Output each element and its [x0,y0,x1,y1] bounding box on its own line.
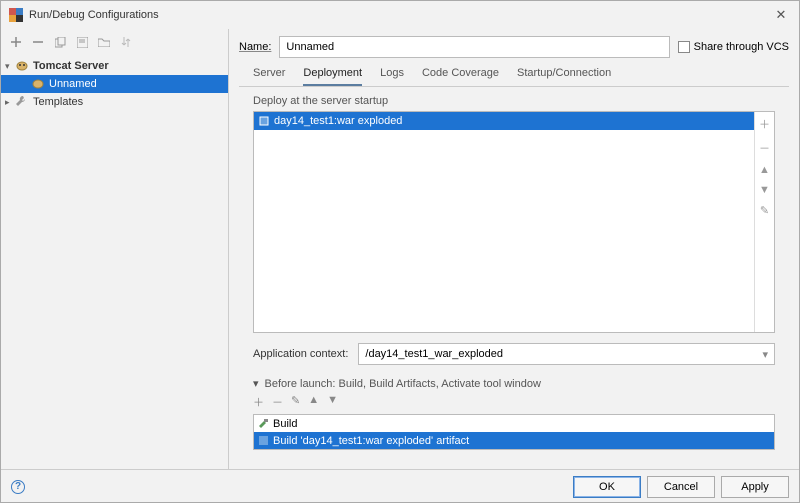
wrench-icon [15,95,29,109]
remove-icon[interactable] [31,35,45,49]
cancel-label: Cancel [664,481,698,493]
share-label: Share through VCS [694,41,789,53]
before-item-label: Build [273,418,297,430]
up-icon[interactable]: ▲ [759,164,770,176]
close-icon[interactable]: ✕ [771,7,791,23]
remove-icon[interactable]: － [272,394,283,410]
app-icon [9,8,23,22]
tree-label: Templates [33,96,83,108]
before-launch-toolbar: ＋ － ✎ ▲ ▼ [253,390,775,414]
config-tree[interactable]: ▾ Tomcat Server Unnamed ▸ Templates [1,55,228,469]
ok-label: OK [599,481,615,493]
edit-icon[interactable]: ✎ [760,204,769,217]
deploy-item[interactable]: day14_test1:war exploded [254,112,754,130]
deploy-section-label: Deploy at the server startup [253,95,775,107]
before-launch-section: ▾ Before launch: Build, Build Artifacts,… [239,369,789,450]
up-icon[interactable]: ▲ [308,394,319,410]
share-checkbox[interactable]: Share through VCS [678,41,789,53]
deploy-list-box: day14_test1:war exploded ＋ － ▲ ▼ ✎ [253,111,775,333]
before-item-label: Build 'day14_test1:war exploded' artifac… [273,435,469,447]
before-item-artifact[interactable]: Build 'day14_test1:war exploded' artifac… [254,432,774,449]
tree-label: Tomcat Server [33,60,109,72]
before-launch-list[interactable]: Build Build 'day14_test1:war exploded' a… [253,414,775,450]
name-row: Name: Share through VCS [239,33,789,61]
expand-arrow-icon[interactable]: ▾ [5,61,15,72]
tree-node-unnamed[interactable]: Unnamed [1,75,228,93]
dialog-footer: ? OK Cancel Apply [1,469,799,503]
context-value: /day14_test1_war_exploded [365,348,503,360]
tree-node-tomcat[interactable]: ▾ Tomcat Server [1,57,228,75]
cancel-button[interactable]: Cancel [647,476,715,498]
sort-icon[interactable] [119,35,133,49]
tree-label: Unnamed [49,78,97,90]
context-label: Application context: [253,348,348,360]
content-area: ▾ Tomcat Server Unnamed ▸ Templates Name… [1,29,799,469]
down-icon[interactable]: ▼ [327,394,338,410]
folder-icon[interactable] [97,35,111,49]
right-panel: Name: Share through VCS Server Deploymen… [229,29,799,469]
context-dropdown[interactable]: /day14_test1_war_exploded ▾ [358,343,775,365]
deploy-item-label: day14_test1:war exploded [274,115,402,127]
add-icon[interactable]: ＋ [253,394,264,410]
help-icon[interactable]: ? [11,480,25,494]
before-launch-header[interactable]: ▾ Before launch: Build, Build Artifacts,… [253,377,775,390]
add-icon[interactable]: ＋ [759,116,770,132]
copy-icon[interactable] [53,35,67,49]
context-row: Application context: /day14_test1_war_ex… [253,343,775,365]
chevron-down-icon: ▾ [762,348,768,361]
tomcat-icon [15,59,29,73]
window-title: Run/Debug Configurations [29,9,771,21]
before-launch-label: Before launch: Build, Build Artifacts, A… [265,378,541,390]
name-label: Name: [239,41,271,53]
tab-logs[interactable]: Logs [380,67,404,86]
config-toolbar [1,29,228,55]
remove-icon[interactable]: － [759,140,770,156]
before-item-build[interactable]: Build [254,415,774,432]
tree-node-templates[interactable]: ▸ Templates [1,93,228,111]
ok-button[interactable]: OK [573,476,641,498]
artifact-icon [258,115,270,127]
down-icon[interactable]: ▼ [759,184,770,196]
left-panel: ▾ Tomcat Server Unnamed ▸ Templates [1,29,229,469]
collapse-arrow-icon[interactable]: ▾ [253,377,259,390]
tab-server[interactable]: Server [253,67,285,86]
title-bar: Run/Debug Configurations ✕ [1,1,799,29]
tomcat-icon [31,77,45,91]
deploy-list[interactable]: day14_test1:war exploded [254,112,754,332]
tab-coverage[interactable]: Code Coverage [422,67,499,86]
apply-button[interactable]: Apply [721,476,789,498]
hammer-icon [258,418,269,429]
name-input[interactable] [279,36,669,58]
tab-bar: Server Deployment Logs Code Coverage Sta… [239,61,789,87]
tab-startup[interactable]: Startup/Connection [517,67,611,86]
deploy-side-toolbar: ＋ － ▲ ▼ ✎ [754,112,774,332]
deployment-section: Deploy at the server startup day14_test1… [239,87,789,369]
edit-icon[interactable]: ✎ [291,394,300,410]
collapse-arrow-icon[interactable]: ▸ [5,97,15,108]
add-icon[interactable] [9,35,23,49]
tab-deployment[interactable]: Deployment [303,67,362,86]
checkbox-icon[interactable] [678,41,690,53]
save-template-icon[interactable] [75,35,89,49]
apply-label: Apply [741,481,769,493]
artifact-icon [258,435,269,446]
footer-buttons: OK Cancel Apply [573,476,789,498]
